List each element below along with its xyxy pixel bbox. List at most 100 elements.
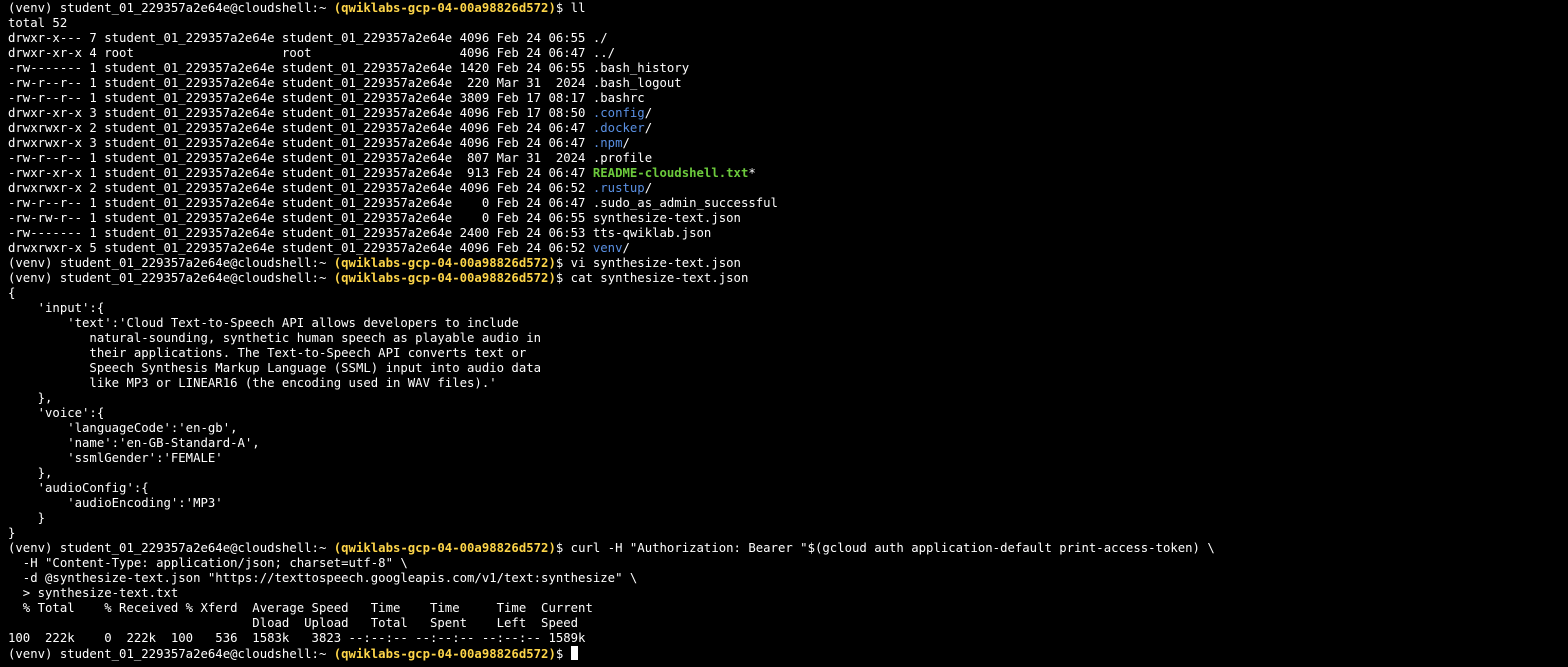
json-line: }, xyxy=(8,466,53,480)
ls-row-name: .bashrc xyxy=(592,91,645,105)
json-line: 'text':'Cloud Text-to-Speech API allows … xyxy=(8,316,519,330)
dir-slash: / xyxy=(622,136,630,150)
prompt-line: (venv) student_01_229357a2e64e@cloudshel… xyxy=(8,256,1568,271)
prompt-project: (qwiklabs-gcp-04-00a98826d572) xyxy=(333,1,556,15)
ls-row: -rw------- 1 student_01_229357a2e64e stu… xyxy=(8,226,1568,241)
ls-row-meta: -rw-r--r-- 1 student_01_229357a2e64e stu… xyxy=(8,151,593,165)
prompt-suffix: $ xyxy=(555,256,571,270)
prompt-line: (venv) student_01_229357a2e64e@cloudshel… xyxy=(8,646,1568,661)
prompt-project: (qwiklabs-gcp-04-00a98826d572) xyxy=(333,256,556,270)
command-text: vi synthesize-text.json xyxy=(570,256,741,270)
dir-slash: / xyxy=(644,181,653,195)
ls-row: drwxr-xr-x 3 student_01_229357a2e64e stu… xyxy=(8,106,1568,121)
ls-row-meta: drwxr-x--- 7 student_01_229357a2e64e stu… xyxy=(8,31,593,45)
json-line: { xyxy=(8,286,16,300)
command-text: curl -H "Authorization: Bearer "$(gcloud… xyxy=(570,541,1215,555)
ls-row-name: .sudo_as_admin_successful xyxy=(592,196,778,210)
ls-row-name: synthesize-text.json xyxy=(592,211,741,225)
ls-row: -rw-r--r-- 1 student_01_229357a2e64e stu… xyxy=(8,196,1568,211)
prompt-line: (venv) student_01_229357a2e64e@cloudshel… xyxy=(8,271,1568,286)
ls-row: drwxr-xr-x 4 root root 4096 Feb 24 06:47… xyxy=(8,46,1568,61)
ls-row: drwxr-x--- 7 student_01_229357a2e64e stu… xyxy=(8,31,1568,46)
ls-row-name: venv xyxy=(592,241,623,255)
prompt-suffix: $ xyxy=(555,541,571,555)
json-line: } xyxy=(8,526,16,540)
prompt-prefix: (venv) student_01_229357a2e64e@cloudshel… xyxy=(8,256,334,270)
exec-star: * xyxy=(748,166,756,180)
curl-progress-line: % Total % Received % Xferd Average Speed… xyxy=(8,601,593,615)
prompt-prefix: (venv) student_01_229357a2e64e@cloudshel… xyxy=(8,271,334,285)
ls-row-meta: -rwxr-xr-x 1 student_01_229357a2e64e stu… xyxy=(8,166,593,180)
json-line: 'input':{ xyxy=(8,301,105,315)
ls-row-name: .bash_history xyxy=(592,61,690,75)
curl-progress-line: 100 222k 0 222k 100 536 1583k 3823 --:--… xyxy=(8,631,586,645)
ls-row-meta: drwxrwxr-x 2 student_01_229357a2e64e stu… xyxy=(8,121,593,135)
ls-row-meta: -rw-r--r-- 1 student_01_229357a2e64e stu… xyxy=(8,91,593,105)
prompt-line: (venv) student_01_229357a2e64e@cloudshel… xyxy=(8,541,1568,556)
prompt-project: (qwiklabs-gcp-04-00a98826d572) xyxy=(333,541,556,555)
json-line: 'audioEncoding':'MP3' xyxy=(8,496,223,510)
command-continuation: -d @synthesize-text.json "https://textto… xyxy=(8,571,638,585)
prompt-suffix: $ xyxy=(555,647,571,661)
prompt-line: (venv) student_01_229357a2e64e@cloudshel… xyxy=(8,1,1568,16)
ls-row: drwxrwxr-x 5 student_01_229357a2e64e stu… xyxy=(8,241,1568,256)
dir-slash: / xyxy=(644,106,653,120)
prompt-prefix: (venv) student_01_229357a2e64e@cloudshel… xyxy=(8,541,334,555)
command-continuation: -H "Content-Type: application/json; char… xyxy=(8,556,408,570)
dir-slash: / xyxy=(622,241,630,255)
ls-row: -rwxr-xr-x 1 student_01_229357a2e64e stu… xyxy=(8,166,1568,181)
ls-row-name: .npm xyxy=(592,136,623,150)
ls-row: drwxrwxr-x 2 student_01_229357a2e64e stu… xyxy=(8,121,1568,136)
ls-row: drwxrwxr-x 2 student_01_229357a2e64e stu… xyxy=(8,181,1568,196)
prompt-prefix: (venv) student_01_229357a2e64e@cloudshel… xyxy=(8,647,334,661)
json-line: } xyxy=(8,511,46,525)
json-line: 'languageCode':'en-gb', xyxy=(8,421,238,435)
ls-row-name: .docker xyxy=(592,121,645,135)
json-line: 'audioConfig':{ xyxy=(8,481,149,495)
curl-progress-line: Dload Upload Total Spent Left Speed xyxy=(8,616,579,630)
json-line: 'name':'en-GB-Standard-A', xyxy=(8,436,260,450)
ls-row-meta: drwxrwxr-x 5 student_01_229357a2e64e stu… xyxy=(8,241,593,255)
ls-row-meta: -rw------- 1 student_01_229357a2e64e stu… xyxy=(8,226,593,240)
ls-row: drwxrwxr-x 3 student_01_229357a2e64e stu… xyxy=(8,136,1568,151)
command-text: cat synthesize-text.json xyxy=(570,271,749,285)
ls-row: -rw------- 1 student_01_229357a2e64e stu… xyxy=(8,61,1568,76)
ls-row: -rw-r--r-- 1 student_01_229357a2e64e stu… xyxy=(8,91,1568,106)
ls-row-meta: -rw------- 1 student_01_229357a2e64e stu… xyxy=(8,61,593,75)
ls-row-name: .rustup xyxy=(592,181,645,195)
ls-row-name: .bash_logout xyxy=(592,76,682,90)
json-line: 'voice':{ xyxy=(8,406,105,420)
ls-row-name: tts-qwiklab.json xyxy=(592,226,712,240)
cursor[interactable] xyxy=(570,646,578,660)
command-continuation: > synthesize-text.txt xyxy=(8,586,179,600)
ls-row-meta: -rw-rw-r-- 1 student_01_229357a2e64e stu… xyxy=(8,211,593,225)
ls-row-name: ../ xyxy=(592,46,616,60)
ls-row: -rw-rw-r-- 1 student_01_229357a2e64e stu… xyxy=(8,211,1568,226)
json-line: }, xyxy=(8,391,53,405)
json-line: like MP3 or LINEAR16 (the encoding used … xyxy=(8,376,497,390)
ls-row: -rw-r--r-- 1 student_01_229357a2e64e stu… xyxy=(8,76,1568,91)
ls-total: total 52 xyxy=(8,16,68,30)
dir-slash: / xyxy=(644,121,653,135)
prompt-suffix: $ xyxy=(555,271,571,285)
ls-row-meta: drwxrwxr-x 3 student_01_229357a2e64e stu… xyxy=(8,136,593,150)
ls-row-meta: drwxr-xr-x 4 root root 4096 Feb 24 06:47 xyxy=(8,46,593,60)
ls-row-name: .config xyxy=(592,106,645,120)
ls-row-name: .profile xyxy=(592,151,653,165)
ls-row-meta: -rw-r--r-- 1 student_01_229357a2e64e stu… xyxy=(8,76,593,90)
ls-row-name: README-cloudshell.txt xyxy=(592,166,749,180)
prompt-prefix: (venv) student_01_229357a2e64e@cloudshel… xyxy=(8,1,334,15)
ls-row-name: ./ xyxy=(592,31,608,45)
ls-row-meta: drwxr-xr-x 3 student_01_229357a2e64e stu… xyxy=(8,106,593,120)
terminal-window[interactable]: (venv) student_01_229357a2e64e@cloudshel… xyxy=(0,0,1568,667)
json-line: natural-sounding, synthetic human speech… xyxy=(8,331,542,345)
ls-row-meta: -rw-r--r-- 1 student_01_229357a2e64e stu… xyxy=(8,196,593,210)
json-line: Speech Synthesis Markup Language (SSML) … xyxy=(8,361,542,375)
ls-row: -rw-r--r-- 1 student_01_229357a2e64e stu… xyxy=(8,151,1568,166)
json-line: 'ssmlGender':'FEMALE' xyxy=(8,451,223,465)
prompt-suffix: $ xyxy=(555,1,571,15)
command-text: ll xyxy=(570,1,586,15)
ls-row-meta: drwxrwxr-x 2 student_01_229357a2e64e stu… xyxy=(8,181,593,195)
prompt-project: (qwiklabs-gcp-04-00a98826d572) xyxy=(333,647,556,661)
json-line: their applications. The Text-to-Speech A… xyxy=(8,346,527,360)
